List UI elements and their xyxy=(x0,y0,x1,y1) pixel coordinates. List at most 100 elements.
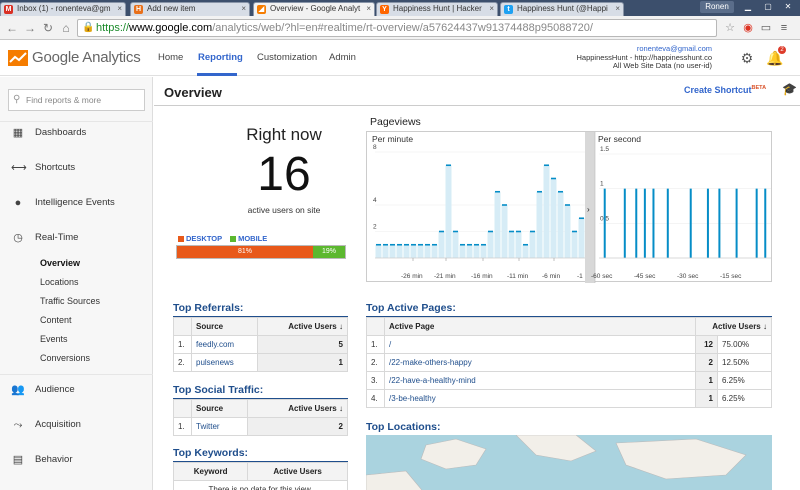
nav-customization[interactable]: Customization xyxy=(257,52,317,63)
active-users-count: 16 xyxy=(257,148,311,201)
tab-close-icon[interactable]: × xyxy=(117,3,122,15)
nav-reporting[interactable]: Reporting xyxy=(198,52,243,63)
sidebar-item-dashboards[interactable]: ▦ Dashboards xyxy=(0,123,153,143)
extension-icon[interactable]: ◉ xyxy=(740,20,756,36)
tab-favicon-icon: H xyxy=(134,5,143,14)
sidebar-sub-events[interactable]: Events xyxy=(40,332,68,346)
row-index: 1. xyxy=(173,417,192,436)
tab-close-icon[interactable]: × xyxy=(615,3,620,15)
active-page-link[interactable]: /22-make-others-happy xyxy=(384,353,696,372)
search-placeholder: Find reports & more xyxy=(26,95,102,105)
active-users-value: 1 xyxy=(257,353,348,372)
logo-text[interactable]: Google Analytics xyxy=(32,49,141,66)
active-page-link[interactable]: /22-have-a-healthy-mind xyxy=(384,371,696,390)
browser-tab[interactable]: t Happiness Hunt (@Happi × xyxy=(500,2,624,16)
nav-home[interactable]: Home xyxy=(158,52,183,63)
bar-fill xyxy=(487,231,494,258)
sidebar-sub-conversions[interactable]: Conversions xyxy=(40,351,90,365)
bar-fill xyxy=(473,244,480,258)
gear-icon[interactable]: ⚙ xyxy=(738,49,756,67)
locations-map[interactable] xyxy=(366,435,772,490)
active-page-link[interactable]: /3-be-healthy xyxy=(384,389,696,408)
social-source-link[interactable]: Twitter xyxy=(190,417,249,436)
google-analytics-logo-icon[interactable] xyxy=(8,48,28,68)
maximize-icon[interactable]: ▢ xyxy=(758,1,778,13)
home-icon[interactable]: ⌂ xyxy=(58,20,74,36)
header-active-users[interactable]: Active Users ↓ xyxy=(247,399,348,418)
graduation-cap-icon[interactable]: 🎓 xyxy=(782,82,797,96)
browser-tab[interactable]: M Inbox (1) - ronenteva@gm × xyxy=(0,2,126,16)
forward-icon[interactable]: → xyxy=(22,20,38,36)
sidebar-item-label: Behavior xyxy=(35,454,73,465)
close-window-icon[interactable]: ✕ xyxy=(778,1,798,13)
browser-user-chip[interactable]: Ronen xyxy=(700,1,734,13)
back-icon[interactable]: ← xyxy=(4,20,20,36)
reload-icon[interactable]: ↻ xyxy=(40,20,56,36)
active-users-value: 12 xyxy=(695,335,718,354)
tab-close-icon[interactable]: × xyxy=(241,3,246,15)
table-row: 1. Twitter 2 xyxy=(173,417,348,436)
sidebar-item-intelligence-events[interactable]: ● Intelligence Events xyxy=(0,193,153,213)
bookmark-star-icon[interactable]: ☆ xyxy=(722,20,738,36)
sidebar-sub-overview[interactable]: Overview xyxy=(40,256,80,270)
sidebar-item-real-time[interactable]: ◷ Real-Time xyxy=(0,228,153,248)
header-active-users[interactable]: Active Users ↓ xyxy=(257,317,348,336)
header-active-page[interactable]: Active Page xyxy=(384,317,696,336)
header-keyword[interactable]: Keyword xyxy=(172,462,249,481)
sidebar-item-shortcuts[interactable]: ⟷ Shortcuts xyxy=(0,158,153,178)
header-active-users[interactable]: Active Users ↓ xyxy=(695,317,772,336)
active-page-link[interactable]: / xyxy=(384,335,696,354)
table-header-row: Source Active Users ↓ xyxy=(173,317,348,336)
x-tick-label: -1 xyxy=(577,273,583,280)
browser-tab[interactable]: Y Happiness Hunt | Hacker × xyxy=(376,2,498,16)
sidebar-sub-content[interactable]: Content xyxy=(40,313,72,327)
sidebar-item-label: Shortcuts xyxy=(35,162,76,173)
referral-source-link[interactable]: feedly.com xyxy=(190,335,259,354)
sidebar-item-audience[interactable]: 👥 Audience xyxy=(0,380,153,400)
tab-close-icon[interactable]: × xyxy=(489,3,494,15)
header-active-users[interactable]: Active Users xyxy=(247,462,348,481)
nav-admin[interactable]: Admin xyxy=(329,52,356,63)
sidebar-item-acquisition[interactable]: ⤳ Acquisition xyxy=(0,415,153,435)
address-bar[interactable]: 🔒 https://www.google.com/analytics/web/?… xyxy=(77,19,717,37)
header-active-users-label: Active Users xyxy=(288,322,337,331)
shortcut-arrow-icon: ⟷ xyxy=(11,162,27,174)
mobile-legend-label: MOBILE xyxy=(238,234,268,243)
browser-tab[interactable]: H Add new item × xyxy=(130,2,250,16)
header-source[interactable]: Source xyxy=(190,399,249,418)
pageviews-chart: Per minute Per second 8 4 2 -26 min -21 min -… xyxy=(366,131,772,283)
x-tick-label: -60 sec xyxy=(591,273,613,280)
search-input[interactable]: ⚲ Find reports & more xyxy=(8,89,145,111)
header-source[interactable]: Source xyxy=(190,317,259,336)
referral-source-link[interactable]: pulsenews xyxy=(190,353,259,372)
tab-label: Happiness Hunt (@Happi xyxy=(517,4,608,13)
cast-icon[interactable]: ▭ xyxy=(758,20,774,36)
top-social-table: Source Active Users ↓ 1. Twitter 2 xyxy=(173,399,348,436)
bar-fill xyxy=(494,191,501,258)
table-row: 3. /22-have-a-healthy-mind 1 6.25% xyxy=(366,371,772,390)
top-referrals-title: Top Referrals: xyxy=(173,302,244,314)
bar-fill xyxy=(480,244,487,258)
row-index: 2. xyxy=(173,353,192,372)
sidebar-sub-traffic-sources[interactable]: Traffic Sources xyxy=(40,294,100,308)
tab-label: Inbox (1) - ronenteva@gm xyxy=(17,4,111,13)
sidebar-sub-locations[interactable]: Locations xyxy=(40,275,79,289)
create-shortcut-button[interactable]: Create ShortcutBETA xyxy=(684,85,766,95)
account-selector[interactable]: ronenteva@gmail.com HappinessHunt - http… xyxy=(512,44,712,71)
sidebar-item-label: Intelligence Events xyxy=(35,197,115,208)
bar-fill xyxy=(445,165,452,258)
top-pages-title: Top Active Pages: xyxy=(366,302,456,314)
top-pages-table: Active Page Active Users ↓ 1. / 12 75.00… xyxy=(366,317,772,408)
active-users-label: active users on site xyxy=(247,205,321,215)
account-view: All Web Site Data (no user-id) xyxy=(612,61,712,71)
browser-tab[interactable]: ◢ Overview - Google Analyt × xyxy=(253,2,375,16)
tab-close-icon[interactable]: × xyxy=(366,3,371,15)
bar-fill xyxy=(382,244,389,258)
sidebar-item-behavior[interactable]: ▤ Behavior xyxy=(0,450,153,470)
chrome-menu-icon[interactable]: ≡ xyxy=(776,20,792,36)
bar-fill xyxy=(515,231,522,258)
minimize-icon[interactable]: ▁ xyxy=(738,1,758,13)
active-users-value: 2 xyxy=(695,353,718,372)
bar-fill xyxy=(431,244,438,258)
desktop-legend-label: DESKTOP xyxy=(186,234,222,243)
